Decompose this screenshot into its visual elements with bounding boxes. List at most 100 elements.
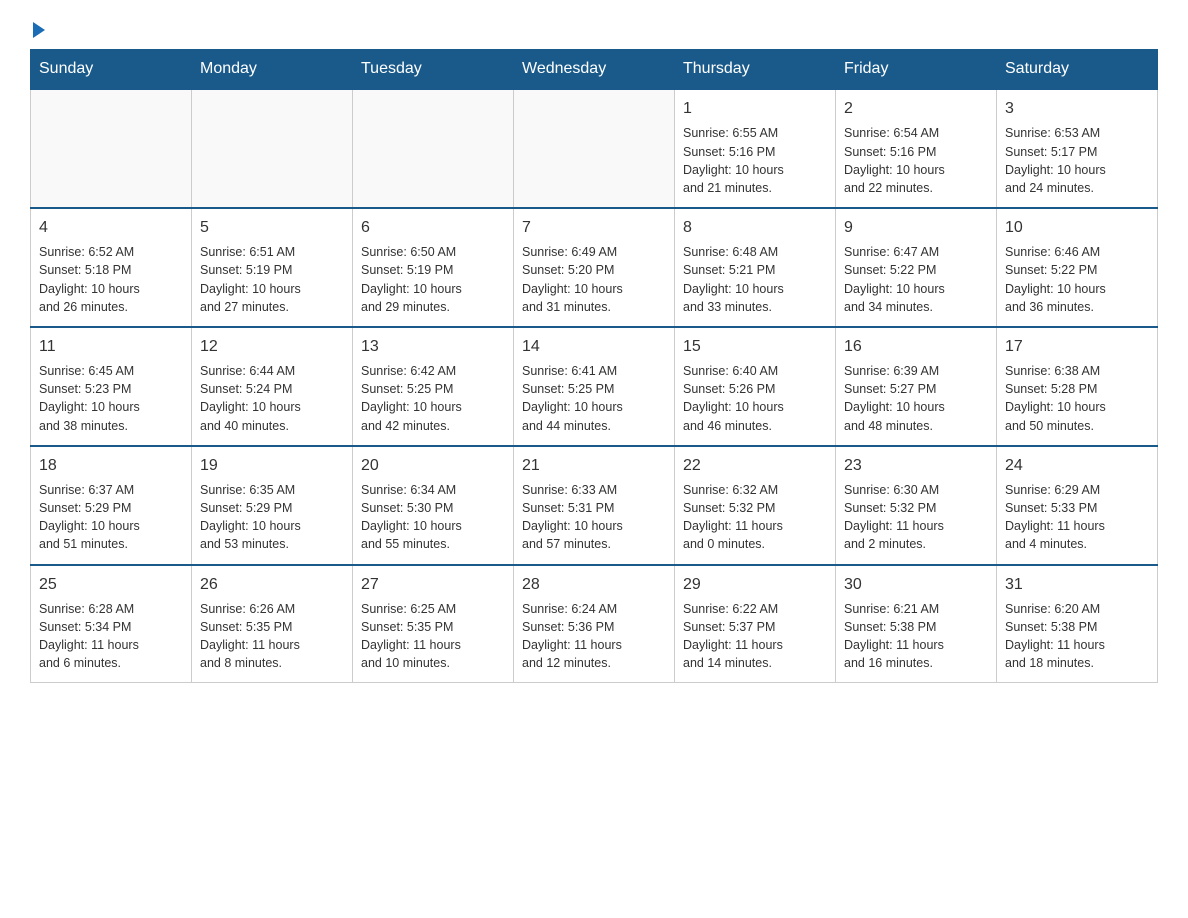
cell-w4-d4: 22 Sunrise: 6:32 AM Sunset: 5:32 PM Dayli… <box>675 446 836 565</box>
day-info-22: Sunrise: 6:32 AM Sunset: 5:32 PM Dayligh… <box>683 481 827 554</box>
day-info-2: Sunrise: 6:54 AM Sunset: 5:16 PM Dayligh… <box>844 124 988 197</box>
day-info-26: Sunrise: 6:26 AM Sunset: 5:35 PM Dayligh… <box>200 600 344 673</box>
cell-w2-d0: 4Sunrise: 6:52 AM Sunset: 5:18 PM Daylig… <box>31 208 192 327</box>
day-number-21: 21 <box>522 455 666 477</box>
day-info-23: Sunrise: 6:30 AM Sunset: 5:32 PM Dayligh… <box>844 481 988 554</box>
day-info-31: Sunrise: 6:20 AM Sunset: 5:38 PM Dayligh… <box>1005 600 1149 673</box>
week-row-2: 4Sunrise: 6:52 AM Sunset: 5:18 PM Daylig… <box>31 208 1158 327</box>
cell-w1-d2 <box>353 89 514 208</box>
day-number-6: 6 <box>361 217 505 239</box>
cell-w5-d1: 26 Sunrise: 6:26 AM Sunset: 5:35 PM Dayli… <box>192 565 353 683</box>
logo-arrow-icon <box>33 22 45 38</box>
day-info-13: Sunrise: 6:42 AM Sunset: 5:25 PM Dayligh… <box>361 362 505 435</box>
day-info-12: Sunrise: 6:44 AM Sunset: 5:24 PM Dayligh… <box>200 362 344 435</box>
cell-w4-d6: 24 Sunrise: 6:29 AM Sunset: 5:33 PM Dayli… <box>997 446 1158 565</box>
day-number-13: 13 <box>361 336 505 358</box>
cell-w4-d5: 23 Sunrise: 6:30 AM Sunset: 5:32 PM Dayli… <box>836 446 997 565</box>
cell-w5-d6: 31 Sunrise: 6:20 AM Sunset: 5:38 PM Dayli… <box>997 565 1158 683</box>
day-info-15: Sunrise: 6:40 AM Sunset: 5:26 PM Dayligh… <box>683 362 827 435</box>
cell-w3-d0: 11 Sunrise: 6:45 AM Sunset: 5:23 PM Dayli… <box>31 327 192 446</box>
cell-w5-d0: 25Sunrise: 6:28 AM Sunset: 5:34 PM Dayli… <box>31 565 192 683</box>
day-number-22: 22 <box>683 455 827 477</box>
cell-w5-d5: 30Sunrise: 6:21 AM Sunset: 5:38 PM Dayli… <box>836 565 997 683</box>
cell-w4-d0: 18 Sunrise: 6:37 AM Sunset: 5:29 PM Dayli… <box>31 446 192 565</box>
cell-w3-d1: 12 Sunrise: 6:44 AM Sunset: 5:24 PM Dayli… <box>192 327 353 446</box>
day-info-9: Sunrise: 6:47 AM Sunset: 5:22 PM Dayligh… <box>844 243 988 316</box>
day-info-19: Sunrise: 6:35 AM Sunset: 5:29 PM Dayligh… <box>200 481 344 554</box>
day-info-7: Sunrise: 6:49 AM Sunset: 5:20 PM Dayligh… <box>522 243 666 316</box>
day-number-2: 2 <box>844 98 988 120</box>
day-number-23: 23 <box>844 455 988 477</box>
col-thursday: Thursday <box>675 50 836 90</box>
day-info-28: Sunrise: 6:24 AM Sunset: 5:36 PM Dayligh… <box>522 600 666 673</box>
cell-w1-d3 <box>514 89 675 208</box>
cell-w3-d5: 16Sunrise: 6:39 AM Sunset: 5:27 PM Dayli… <box>836 327 997 446</box>
day-number-28: 28 <box>522 574 666 596</box>
col-friday: Friday <box>836 50 997 90</box>
day-info-10: Sunrise: 6:46 AM Sunset: 5:22 PM Dayligh… <box>1005 243 1149 316</box>
day-info-21: Sunrise: 6:33 AM Sunset: 5:31 PM Dayligh… <box>522 481 666 554</box>
cell-w4-d2: 20Sunrise: 6:34 AM Sunset: 5:30 PM Dayli… <box>353 446 514 565</box>
day-number-29: 29 <box>683 574 827 596</box>
cell-w2-d1: 5Sunrise: 6:51 AM Sunset: 5:19 PM Daylig… <box>192 208 353 327</box>
cell-w4-d3: 21 Sunrise: 6:33 AM Sunset: 5:31 PM Dayli… <box>514 446 675 565</box>
day-info-20: Sunrise: 6:34 AM Sunset: 5:30 PM Dayligh… <box>361 481 505 554</box>
day-info-6: Sunrise: 6:50 AM Sunset: 5:19 PM Dayligh… <box>361 243 505 316</box>
cell-w5-d3: 28 Sunrise: 6:24 AM Sunset: 5:36 PM Dayli… <box>514 565 675 683</box>
cell-w5-d2: 27Sunrise: 6:25 AM Sunset: 5:35 PM Dayli… <box>353 565 514 683</box>
col-monday: Monday <box>192 50 353 90</box>
cell-w1-d4: 1Sunrise: 6:55 AM Sunset: 5:16 PM Daylig… <box>675 89 836 208</box>
week-row-5: 25Sunrise: 6:28 AM Sunset: 5:34 PM Dayli… <box>31 565 1158 683</box>
cell-w3-d3: 14 Sunrise: 6:41 AM Sunset: 5:25 PM Dayli… <box>514 327 675 446</box>
day-number-31: 31 <box>1005 574 1149 596</box>
day-info-24: Sunrise: 6:29 AM Sunset: 5:33 PM Dayligh… <box>1005 481 1149 554</box>
day-number-30: 30 <box>844 574 988 596</box>
cell-w2-d2: 6 Sunrise: 6:50 AM Sunset: 5:19 PM Daylig… <box>353 208 514 327</box>
day-number-11: 11 <box>39 336 183 358</box>
page-header <box>30 20 1158 37</box>
cell-w1-d0 <box>31 89 192 208</box>
logo <box>30 20 45 37</box>
day-number-24: 24 <box>1005 455 1149 477</box>
day-number-26: 26 <box>200 574 344 596</box>
week-row-1: 1Sunrise: 6:55 AM Sunset: 5:16 PM Daylig… <box>31 89 1158 208</box>
col-tuesday: Tuesday <box>353 50 514 90</box>
day-number-4: 4 <box>39 217 183 239</box>
cell-w1-d6: 3 Sunrise: 6:53 AM Sunset: 5:17 PM Daylig… <box>997 89 1158 208</box>
col-wednesday: Wednesday <box>514 50 675 90</box>
day-number-1: 1 <box>683 98 827 120</box>
cell-w4-d1: 19 Sunrise: 6:35 AM Sunset: 5:29 PM Dayli… <box>192 446 353 565</box>
day-number-3: 3 <box>1005 98 1149 120</box>
calendar-table: Sunday Monday Tuesday Wednesday Thursday… <box>30 49 1158 683</box>
day-number-14: 14 <box>522 336 666 358</box>
day-number-9: 9 <box>844 217 988 239</box>
cell-w1-d5: 2 Sunrise: 6:54 AM Sunset: 5:16 PM Daylig… <box>836 89 997 208</box>
cell-w2-d3: 7 Sunrise: 6:49 AM Sunset: 5:20 PM Daylig… <box>514 208 675 327</box>
day-info-14: Sunrise: 6:41 AM Sunset: 5:25 PM Dayligh… <box>522 362 666 435</box>
cell-w2-d6: 10 Sunrise: 6:46 AM Sunset: 5:22 PM Dayli… <box>997 208 1158 327</box>
day-number-18: 18 <box>39 455 183 477</box>
day-number-19: 19 <box>200 455 344 477</box>
col-saturday: Saturday <box>997 50 1158 90</box>
cell-w3-d4: 15 Sunrise: 6:40 AM Sunset: 5:26 PM Dayli… <box>675 327 836 446</box>
day-number-25: 25 <box>39 574 183 596</box>
day-info-11: Sunrise: 6:45 AM Sunset: 5:23 PM Dayligh… <box>39 362 183 435</box>
calendar-header-row: Sunday Monday Tuesday Wednesday Thursday… <box>31 50 1158 90</box>
day-number-10: 10 <box>1005 217 1149 239</box>
cell-w1-d1 <box>192 89 353 208</box>
col-sunday: Sunday <box>31 50 192 90</box>
cell-w2-d5: 9 Sunrise: 6:47 AM Sunset: 5:22 PM Daylig… <box>836 208 997 327</box>
day-info-18: Sunrise: 6:37 AM Sunset: 5:29 PM Dayligh… <box>39 481 183 554</box>
cell-w3-d2: 13 Sunrise: 6:42 AM Sunset: 5:25 PM Dayli… <box>353 327 514 446</box>
cell-w2-d4: 8 Sunrise: 6:48 AM Sunset: 5:21 PM Daylig… <box>675 208 836 327</box>
day-number-15: 15 <box>683 336 827 358</box>
day-info-8: Sunrise: 6:48 AM Sunset: 5:21 PM Dayligh… <box>683 243 827 316</box>
day-number-12: 12 <box>200 336 344 358</box>
day-number-7: 7 <box>522 217 666 239</box>
cell-w5-d4: 29Sunrise: 6:22 AM Sunset: 5:37 PM Dayli… <box>675 565 836 683</box>
day-info-27: Sunrise: 6:25 AM Sunset: 5:35 PM Dayligh… <box>361 600 505 673</box>
day-number-17: 17 <box>1005 336 1149 358</box>
day-info-5: Sunrise: 6:51 AM Sunset: 5:19 PM Dayligh… <box>200 243 344 316</box>
day-number-8: 8 <box>683 217 827 239</box>
day-info-3: Sunrise: 6:53 AM Sunset: 5:17 PM Dayligh… <box>1005 124 1149 197</box>
